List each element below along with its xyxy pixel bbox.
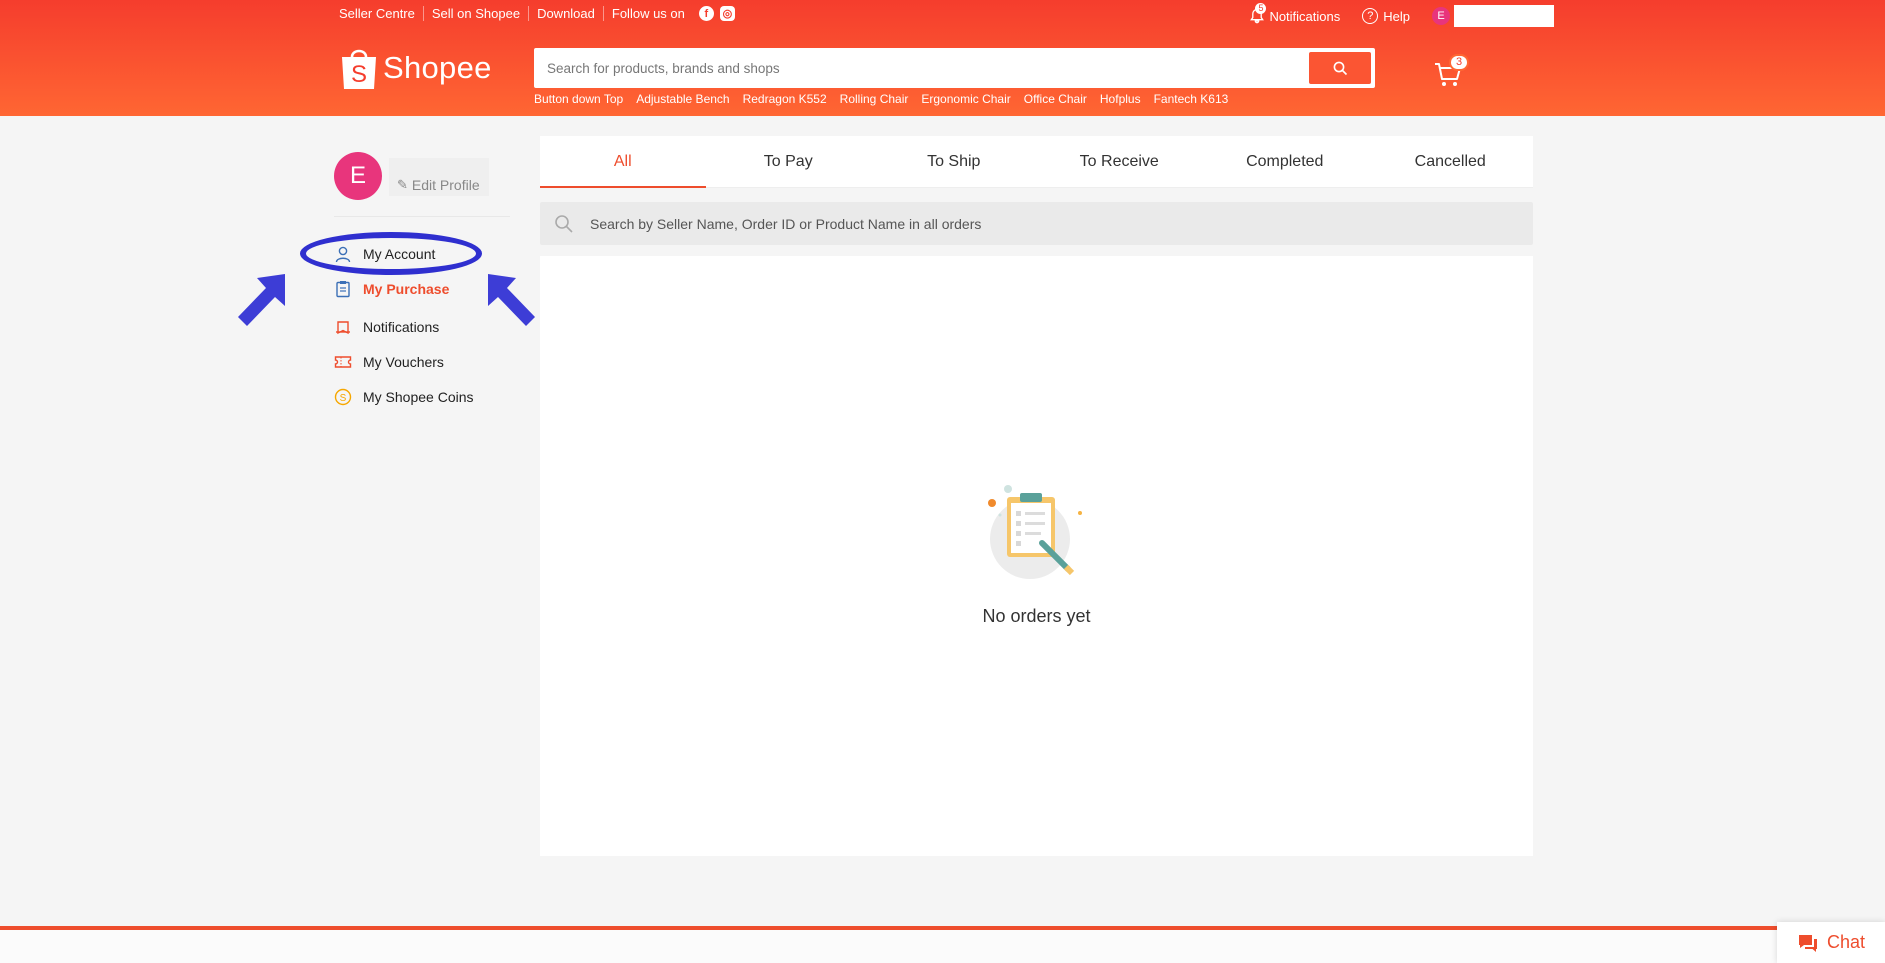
clipboard-icon: [334, 280, 352, 298]
search-icon: [555, 215, 573, 233]
top-navbar: Seller Centre Sell on Shopee Download Fo…: [339, 0, 1554, 28]
sidebar-item-my-purchase[interactable]: My Purchase: [334, 280, 449, 298]
avatar: E: [1432, 7, 1450, 25]
profile-avatar[interactable]: E: [334, 152, 382, 200]
suggestion-link[interactable]: Fantech K613: [1154, 92, 1229, 106]
sidebar-item-label: My Purchase: [363, 281, 450, 297]
tab-to-pay[interactable]: To Pay: [706, 136, 872, 187]
search-icon: [1333, 61, 1347, 75]
footer: [0, 930, 1885, 963]
chat-label: Chat: [1826, 932, 1866, 952]
facebook-icon[interactable]: f: [698, 6, 714, 21]
bell-icon: [334, 318, 352, 336]
suggestion-link[interactable]: Office Chair: [1024, 92, 1087, 106]
suggestion-link[interactable]: Button down Top: [534, 92, 623, 106]
edit-profile-link[interactable]: ✎ Edit Profile: [389, 158, 489, 196]
tab-to-receive[interactable]: To Receive: [1037, 136, 1203, 187]
sidebar-item-label: Notifications: [363, 319, 440, 335]
svg-text:S: S: [351, 61, 367, 88]
edit-profile-label: Edit Profile: [411, 177, 480, 193]
main-search-bar: [534, 48, 1375, 88]
sidebar-item-my-shopee-coins[interactable]: S My Shopee Coins: [334, 388, 474, 406]
divider: [334, 216, 510, 217]
sidebar-item-label: My Shopee Coins: [363, 389, 474, 405]
search-button[interactable]: [1309, 52, 1371, 84]
annotation-ellipse: [300, 232, 482, 275]
suggestion-link[interactable]: Redragon K552: [743, 92, 827, 106]
cart-count-badge: 3: [1449, 54, 1470, 71]
suggestion-link[interactable]: Adjustable Bench: [636, 92, 729, 106]
search-suggestions: Button down Top Adjustable Bench Redrago…: [534, 92, 1241, 106]
logo-text: Shopee: [383, 50, 492, 85]
empty-state-text: No orders yet: [982, 606, 1091, 626]
sidebar-item-my-vouchers[interactable]: My Vouchers: [334, 353, 444, 371]
download-link[interactable]: Download: [529, 6, 604, 21]
tab-to-ship[interactable]: To Ship: [871, 136, 1037, 187]
sell-on-shopee-link[interactable]: Sell on Shopee: [424, 6, 530, 21]
order-search-input[interactable]: [590, 202, 1520, 245]
svg-text:S: S: [340, 393, 347, 404]
tab-all[interactable]: All: [540, 136, 706, 188]
orders-panel: No orders yet: [540, 256, 1533, 856]
annotation-arrow-right: [488, 274, 535, 326]
help-label: Help: [1383, 8, 1410, 24]
suggestion-link[interactable]: Ergonomic Chair: [921, 92, 1010, 106]
suggestion-link[interactable]: Hofplus: [1100, 92, 1141, 106]
seller-centre-link[interactable]: Seller Centre: [339, 6, 424, 21]
tab-cancelled[interactable]: Cancelled: [1368, 136, 1534, 187]
shopping-bag-icon: S: [342, 49, 376, 89]
shopee-logo[interactable]: S Shopee: [339, 45, 492, 91]
suggestion-link[interactable]: Rolling Chair: [840, 92, 909, 106]
coin-icon: S: [334, 388, 352, 406]
annotation-arrow-left: [238, 274, 285, 326]
notifications-link[interactable]: 5 Notifications: [1249, 3, 1341, 24]
username-redacted: [1454, 5, 1554, 27]
account-menu[interactable]: E: [1432, 5, 1554, 27]
tab-completed[interactable]: Completed: [1202, 136, 1368, 187]
order-status-tabs: All To Pay To Ship To Receive Completed …: [540, 136, 1533, 188]
chat-icon: [1798, 934, 1817, 952]
order-search-bar: [540, 202, 1533, 245]
sidebar-item-label: My Vouchers: [363, 354, 444, 370]
follow-us-label: Follow us on: [611, 6, 685, 21]
site-header: Seller Centre Sell on Shopee Download Fo…: [0, 0, 1885, 116]
empty-orders-illustration: [988, 485, 1082, 579]
pencil-icon: ✎: [397, 177, 408, 192]
chat-button[interactable]: Chat: [1777, 922, 1885, 963]
help-link[interactable]: ? Help: [1362, 8, 1410, 24]
help-icon: ?: [1362, 8, 1379, 24]
search-input[interactable]: [534, 48, 1304, 88]
instagram-icon[interactable]: ◎: [719, 6, 735, 21]
sidebar-item-notifications[interactable]: Notifications: [334, 318, 439, 336]
notifications-label: Notifications: [1269, 8, 1341, 24]
bell-icon: 5: [1249, 3, 1267, 24]
voucher-icon: [334, 353, 352, 371]
